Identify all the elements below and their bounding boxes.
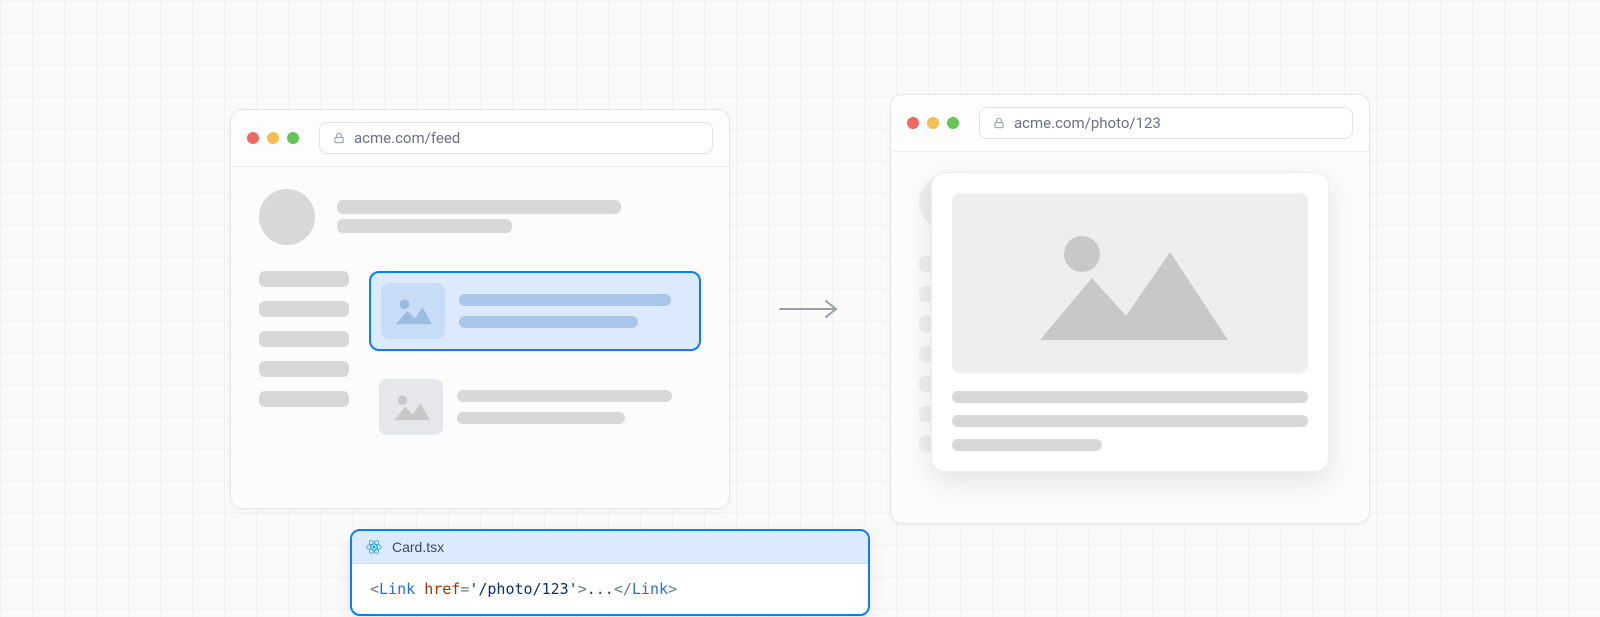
skeleton-line — [952, 391, 1308, 403]
code-filename: Card.tsx — [392, 539, 444, 555]
skeleton-line — [337, 219, 512, 233]
image-placeholder-icon — [394, 295, 432, 327]
photo-modal — [931, 172, 1329, 472]
minimize-icon[interactable] — [927, 117, 939, 129]
image-placeholder-icon — [392, 391, 430, 423]
arrow-right-icon — [778, 297, 842, 321]
skeleton-line — [457, 412, 625, 424]
zoom-icon[interactable] — [287, 132, 299, 144]
skeleton-line — [259, 391, 349, 407]
lock-icon — [992, 116, 1006, 130]
url-bar[interactable]: acme.com/feed — [319, 122, 713, 154]
url-bar[interactable]: acme.com/photo/123 — [979, 107, 1353, 139]
skeleton-line — [259, 271, 349, 287]
skeleton-line — [337, 200, 621, 214]
skeleton-line — [259, 331, 349, 347]
feed-card[interactable] — [369, 369, 701, 445]
skeleton-line — [457, 390, 672, 402]
avatar — [259, 189, 315, 245]
url-text: acme.com/feed — [354, 129, 460, 147]
skeleton-line — [459, 316, 638, 328]
skeleton-line — [952, 415, 1308, 427]
code-snippet-card: Card.tsx <Link href='/photo/123'>...</Li… — [350, 529, 870, 616]
traffic-lights — [247, 132, 299, 144]
react-icon — [366, 539, 382, 555]
browser-titlebar: acme.com/photo/123 — [891, 95, 1369, 152]
image-placeholder-icon — [1030, 218, 1230, 348]
close-icon[interactable] — [247, 132, 259, 144]
traffic-lights — [907, 117, 959, 129]
code-body: <Link href='/photo/123'>...</Link> — [352, 564, 868, 614]
code-filename-bar: Card.tsx — [352, 531, 868, 564]
close-icon[interactable] — [907, 117, 919, 129]
page-body-feed — [231, 167, 729, 467]
skeleton-line — [459, 294, 671, 306]
card-thumbnail — [379, 379, 443, 435]
url-text: acme.com/photo/123 — [1014, 114, 1161, 132]
photo-preview — [952, 193, 1308, 373]
sidebar-skeleton — [259, 271, 349, 445]
browser-window-photo: acme.com/photo/123 — [890, 94, 1370, 524]
browser-window-feed: acme.com/feed — [230, 109, 730, 509]
skeleton-line — [952, 439, 1102, 451]
minimize-icon[interactable] — [267, 132, 279, 144]
lock-icon — [332, 131, 346, 145]
zoom-icon[interactable] — [947, 117, 959, 129]
card-thumbnail — [381, 283, 445, 339]
profile-header — [259, 189, 701, 245]
page-body-photo — [891, 152, 1369, 474]
skeleton-line — [259, 361, 349, 377]
skeleton-line — [259, 301, 349, 317]
feed-card-selected[interactable] — [369, 271, 701, 351]
browser-titlebar: acme.com/feed — [231, 110, 729, 167]
